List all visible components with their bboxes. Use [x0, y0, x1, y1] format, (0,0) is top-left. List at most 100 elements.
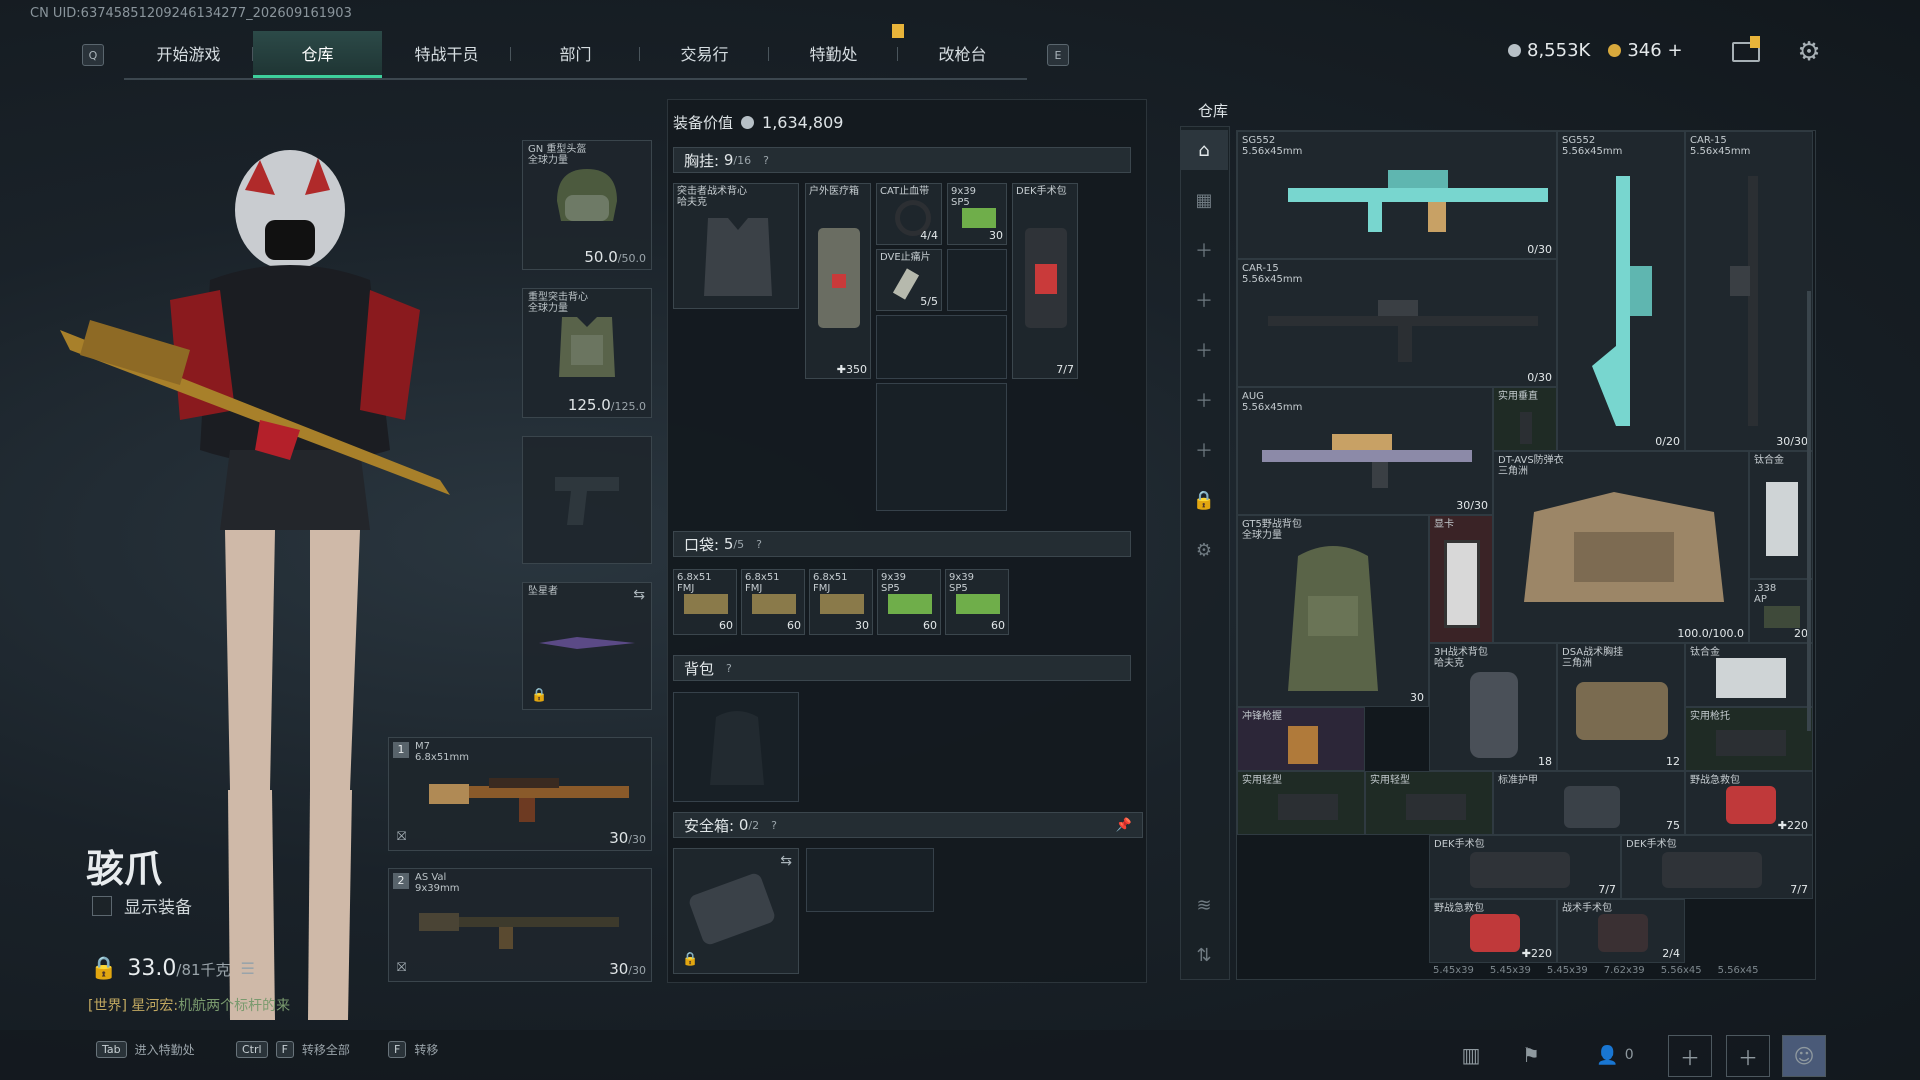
- transfer-all-hint[interactable]: Ctrl F 转移全部: [236, 1041, 350, 1058]
- rig-empty-slot[interactable]: [876, 315, 1007, 379]
- add-warehouse-icon[interactable]: ＋: [1180, 430, 1228, 470]
- lock-icon[interactable]: 🔒: [1180, 480, 1228, 520]
- warehouse-item-sg552[interactable]: SG552 5.56x45mm 0/30: [1237, 131, 1557, 259]
- tab-special-ops[interactable]: 特勤处: [769, 31, 898, 75]
- help-icon[interactable]: ?: [771, 819, 777, 832]
- help-icon[interactable]: ?: [726, 662, 732, 675]
- add-currency-button[interactable]: +: [1667, 40, 1682, 61]
- warehouse-item-dt-avs-armor[interactable]: DT-AVS防弹衣 三角洲 100.0/100.0: [1493, 451, 1749, 643]
- warehouse-item-standard-armor[interactable]: 标准护甲 75: [1493, 771, 1685, 835]
- warehouse-item-field-aid-kit-2[interactable]: 野战急救包 ✚220: [1429, 899, 1557, 963]
- gear-icon[interactable]: ⚙: [1795, 38, 1823, 66]
- next-tab-key[interactable]: E: [1047, 44, 1069, 66]
- armor-slot[interactable]: 重型突击背心 全球力量 125.0/125.0: [522, 288, 652, 418]
- rig-empty-slot[interactable]: [876, 383, 1007, 511]
- warehouse-item-car15-vertical[interactable]: CAR-15 5.56x45mm 30/30: [1685, 131, 1813, 451]
- pocket-item[interactable]: 6.8x51 FMJ 60: [741, 569, 805, 635]
- swap-icon[interactable]: ⇆: [780, 853, 792, 869]
- help-icon[interactable]: ?: [763, 154, 769, 167]
- swap-icon[interactable]: ⇆: [633, 587, 645, 603]
- add-warehouse-icon[interactable]: ＋: [1180, 230, 1228, 270]
- sort-icon[interactable]: ⇅: [1180, 935, 1228, 975]
- pocket-item[interactable]: 6.8x51 FMJ 60: [673, 569, 737, 635]
- tab-start-game[interactable]: 开始游戏: [124, 31, 253, 75]
- primary2-ammo-max: /30: [628, 964, 646, 977]
- warehouse-item-gpu[interactable]: 显卡: [1429, 515, 1493, 643]
- warehouse-item-titanium[interactable]: 钛合金: [1749, 451, 1813, 579]
- add-warehouse-icon[interactable]: ＋: [1180, 380, 1228, 420]
- primary-weapon-slot-1[interactable]: 1 M7 6.8x51mm ⛝ 30/30: [388, 737, 652, 851]
- transfer-hint[interactable]: F 转移: [388, 1041, 438, 1058]
- pocket-item[interactable]: 6.8x51 FMJ 30: [809, 569, 873, 635]
- warehouse-item-titanium-2[interactable]: 钛合金: [1685, 643, 1813, 707]
- melee-slot[interactable]: 坠星者 ⇆ 🔒: [522, 582, 652, 710]
- ammo-label[interactable]: 7.62x39: [1604, 965, 1645, 976]
- layers-icon[interactable]: ≋: [1180, 885, 1228, 925]
- stats-icon[interactable]: ▥: [1450, 1035, 1492, 1075]
- tab-department[interactable]: 部门: [511, 31, 640, 75]
- warehouse-tab-icon[interactable]: ▦: [1180, 180, 1228, 220]
- warehouse-item-338-ammo[interactable]: .338 AP 20: [1749, 579, 1813, 643]
- rig-item-painkiller[interactable]: DVE止痛片 5/5: [876, 249, 942, 311]
- warehouse-item-light-stock[interactable]: 实用轻型: [1237, 771, 1365, 835]
- warehouse-item-dsa-rig[interactable]: DSA战术胸挂 三角洲 12: [1557, 643, 1685, 771]
- gear-icon[interactable]: ⚙: [1180, 530, 1228, 570]
- safebox-slot[interactable]: ⇆ 🔒: [673, 848, 799, 974]
- ammo-label[interactable]: 5.56x45: [1718, 965, 1759, 976]
- warehouse-item-3h-backpack[interactable]: 3H战术背包 哈夫克 18: [1429, 643, 1557, 771]
- warehouse-item-dek-surgical[interactable]: DEK手术包 7/7: [1429, 835, 1621, 899]
- ammo-label[interactable]: 5.56x45: [1661, 965, 1702, 976]
- tab-operators[interactable]: 特战干员: [382, 31, 511, 75]
- avatar[interactable]: ☺: [1782, 1035, 1826, 1077]
- world-chat-line[interactable]: [世界] 星河宏:机航两个标杆的来: [88, 995, 290, 1015]
- rig-item-surgical-kit[interactable]: DEK手术包 7/7: [1012, 183, 1078, 379]
- add-warehouse-icon[interactable]: ＋: [1180, 330, 1228, 370]
- item-name: 9x39 SP5: [881, 572, 907, 594]
- chest-rig-slot[interactable]: 突击者战术背心 哈夫克: [673, 183, 799, 309]
- warehouse-item-gt5-backpack[interactable]: GT5野战背包 全球力量 30: [1237, 515, 1429, 707]
- warehouse-item-tactical-surgical[interactable]: 战术手术包 2/4: [1557, 899, 1685, 963]
- warehouse-item-dek-surgical-2[interactable]: DEK手术包 7/7: [1621, 835, 1813, 899]
- list-icon[interactable]: ☰: [241, 959, 255, 978]
- backpack-slot[interactable]: [673, 692, 799, 802]
- rig-item-tourniquet[interactable]: CAT止血带 4/4: [876, 183, 942, 245]
- rig-empty-slot[interactable]: [947, 249, 1007, 311]
- helmet-slot[interactable]: GN 重型头盔 全球力量 50.0/50.0: [522, 140, 652, 270]
- warehouse-item-car15[interactable]: CAR-15 5.56x45mm 0/30: [1237, 259, 1557, 387]
- warehouse-item-light-stock-2[interactable]: 实用轻型: [1365, 771, 1493, 835]
- tab-trading[interactable]: 交易行: [640, 31, 769, 75]
- pin-icon[interactable]: 📌: [1116, 818, 1132, 833]
- rig-item-ammo[interactable]: 9x39 SP5 30: [947, 183, 1007, 245]
- add-party-slot-button[interactable]: ＋: [1668, 1035, 1712, 1077]
- add-party-slot-button[interactable]: ＋: [1726, 1035, 1770, 1077]
- rig-item-medkit[interactable]: 户外医疗箱 ✚350: [805, 183, 871, 379]
- pocket-item[interactable]: 9x39 SP5 60: [945, 569, 1009, 635]
- show-equipment-checkbox[interactable]: [92, 895, 112, 916]
- tab-gunsmith[interactable]: 改枪台: [898, 31, 1027, 75]
- warehouse-scrollbar[interactable]: [1807, 291, 1811, 731]
- ammo-label[interactable]: 5.45x39: [1490, 965, 1531, 976]
- enter-special-ops-hint[interactable]: Tab 进入特勤处: [96, 1041, 195, 1058]
- tab-warehouse[interactable]: 仓库: [253, 30, 382, 78]
- warehouse-item-vertical-grip[interactable]: 实用垂直: [1493, 387, 1557, 451]
- ammo-box-icon: [962, 208, 996, 228]
- friends-button[interactable]: 👤 0: [1585, 1035, 1645, 1075]
- warehouse-item-stock[interactable]: 实用枪托: [1685, 707, 1813, 771]
- help-icon[interactable]: ?: [756, 538, 762, 551]
- item-name: 冲锋枪握: [1242, 711, 1282, 722]
- pocket-item[interactable]: 9x39 SP5 60: [877, 569, 941, 635]
- warehouse-item-sg552-vertical[interactable]: SG552 5.56x45mm 0/20: [1557, 131, 1685, 451]
- ammo-label[interactable]: 5.45x39: [1433, 965, 1474, 976]
- pistol-slot[interactable]: [522, 436, 652, 564]
- add-warehouse-icon[interactable]: ＋: [1180, 280, 1228, 320]
- warehouse-item-smg-grip[interactable]: 冲锋枪握: [1237, 707, 1365, 771]
- warehouse-main-icon[interactable]: ⌂: [1180, 130, 1228, 170]
- safebox-empty-slot[interactable]: [806, 848, 934, 912]
- ammo-label[interactable]: 5.45x39: [1547, 965, 1588, 976]
- primary-weapon-slot-2[interactable]: 2 AS Val 9x39mm ⛝ 30/30: [388, 868, 652, 982]
- prev-tab-key[interactable]: Q: [82, 44, 104, 66]
- show-equipment-toggle[interactable]: 显示装备: [92, 893, 192, 918]
- flag-icon[interactable]: ⚑: [1510, 1035, 1552, 1075]
- warehouse-item-aug[interactable]: AUG 5.56x45mm 30/30: [1237, 387, 1493, 515]
- warehouse-item-field-aid-kit[interactable]: 野战急救包 ✚220: [1685, 771, 1813, 835]
